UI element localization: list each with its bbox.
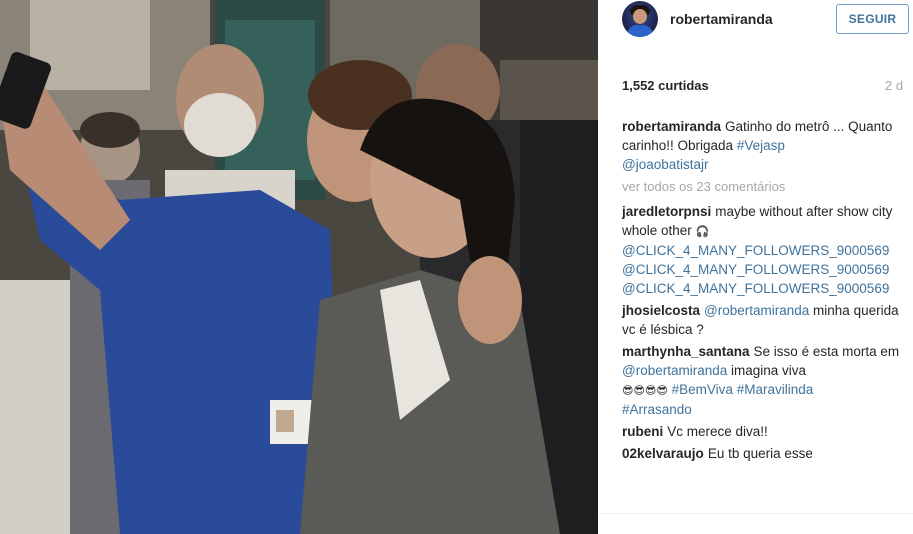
comment-mention[interactable]: @robertamiranda [622, 363, 727, 378]
comment-mention[interactable]: @CLICK_4_MANY_FOLLOWERS_9000569 [622, 243, 889, 258]
comment-author[interactable]: rubeni [622, 424, 663, 439]
comment-author[interactable]: marthynha_santana [622, 344, 750, 359]
post-photo [0, 0, 598, 534]
comment-item: rubeni Vc merece diva!! [622, 422, 902, 441]
comment-mention[interactable]: @robertamiranda [704, 303, 809, 318]
post-side-panel: robertamiranda SEGUIR 1,552 curtidas 2 d… [598, 0, 913, 534]
avatar[interactable] [622, 1, 658, 37]
caption-hashtag[interactable]: #Vejasp [737, 138, 785, 153]
comment-hashtag[interactable]: #Arrasando [622, 402, 692, 417]
comment-mention[interactable]: @CLICK_4_MANY_FOLLOWERS_9000569 [622, 262, 889, 277]
comment-hashtag[interactable]: #Maravilinda [737, 382, 814, 397]
comment-item: jhosielcosta @robertamiranda minha querid… [622, 301, 902, 339]
username-link[interactable]: robertamiranda [670, 11, 773, 27]
post-time[interactable]: 2 d [885, 78, 903, 93]
comment-item: marthynha_santana Se isso é esta morta em… [622, 342, 902, 419]
photo-illustration [0, 0, 598, 534]
likes-count[interactable]: 1,552 curtidas [622, 78, 709, 93]
post-header: robertamiranda SEGUIR [598, 0, 913, 40]
comment-item: jaredletorpnsi maybe without after show c… [622, 202, 902, 298]
comment-author[interactable]: jaredletorpnsi [622, 204, 711, 219]
sunglasses-emoji-icon: 😎😎😎😎 [622, 384, 668, 397]
comment-author[interactable]: 02kelvaraujo [622, 446, 704, 461]
comment-author[interactable]: jhosielcosta [622, 303, 700, 318]
likes-row: 1,552 curtidas 2 d [622, 78, 913, 96]
caption-author[interactable]: robertamiranda [622, 119, 721, 134]
comment-text: Vc merece diva!! [667, 424, 768, 439]
comment-text: Se isso é esta morta em [753, 344, 900, 359]
comment-input-area [598, 514, 913, 534]
comments-list: robertamiranda Gatinho do metrô ... Quant… [622, 117, 902, 466]
follow-button[interactable]: SEGUIR [836, 4, 909, 34]
comment-hashtag[interactable]: #BemViva [672, 382, 733, 397]
avatar-shirt [627, 25, 653, 37]
comment-item: 02kelvaraujo Eu tb queria esse [622, 444, 902, 463]
view-all-comments-link[interactable]: ver todos os 23 comentários [622, 177, 902, 196]
caption-mention[interactable]: @joaobatistajr [622, 157, 709, 172]
headphones-emoji-icon: 🎧 [695, 225, 710, 238]
comment-text: imagina viva [727, 363, 807, 378]
comment-mention[interactable]: @CLICK_4_MANY_FOLLOWERS_9000569 [622, 281, 889, 296]
caption: robertamiranda Gatinho do metrô ... Quant… [622, 117, 902, 174]
avatar-face [633, 9, 647, 24]
comment-text: Eu tb queria esse [707, 446, 813, 461]
